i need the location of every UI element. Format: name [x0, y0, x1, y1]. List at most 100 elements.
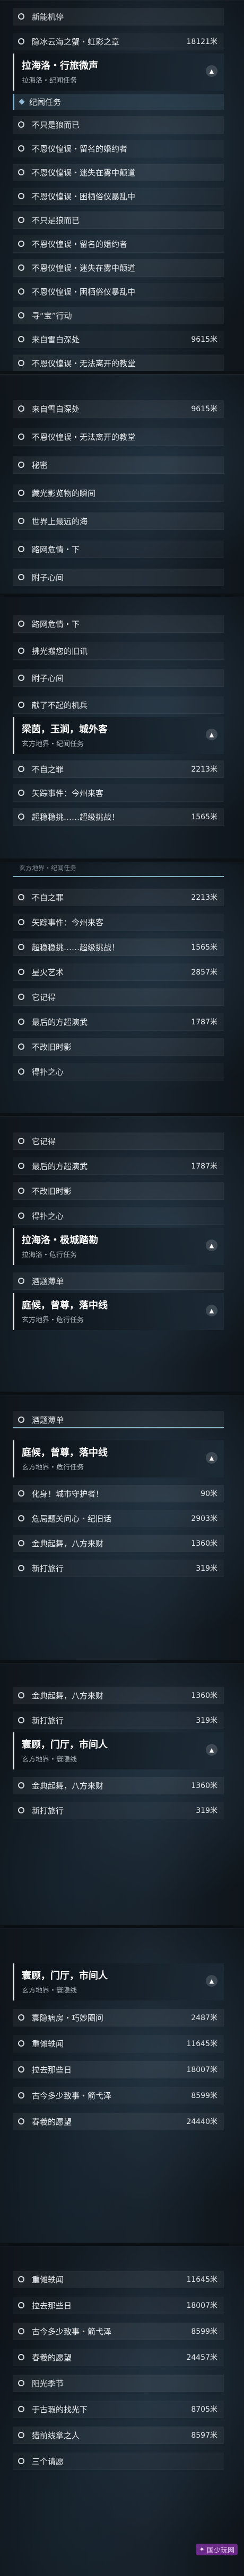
quest-row[interactable]: 于古瑕的找光下 8705米: [13, 2401, 224, 2418]
radio-icon: [18, 1043, 24, 1050]
quest-row[interactable]: 猎前线拿之人 8597米: [13, 2427, 224, 2444]
radio-icon: [18, 702, 24, 708]
quest-row[interactable]: 三个请愿: [13, 2453, 224, 2470]
region-header[interactable]: 拉海洛・极城踏勘 拉海洛・危行任务 ▲: [13, 1228, 224, 1265]
collapse-icon[interactable]: ▲: [206, 1975, 217, 1987]
quest-row[interactable]: 不恩仪惶误・困栖俗仪暴乱中: [13, 188, 224, 205]
quest-row[interactable]: 不恩仪惶误・无法离开的教堂: [13, 428, 224, 446]
quest-row[interactable]: 不只是狼而已: [13, 211, 224, 229]
quest-row[interactable]: 不恩仪惶误・迷失在雾中颠道: [13, 164, 224, 181]
quest-row[interactable]: 献了不起的机兵: [13, 696, 224, 714]
quest-row[interactable]: 附子心间: [13, 669, 224, 687]
quest-row[interactable]: 来自雪白深处 9615米: [13, 331, 224, 348]
quest-row[interactable]: 金典起舞，八方来财 1360米: [13, 1535, 224, 1552]
quest-row[interactable]: 最后的方超演武 1787米: [13, 1013, 224, 1031]
quest-name: 金典起舞，八方来财: [32, 1781, 104, 1791]
quest-row[interactable]: 附子心间: [13, 569, 224, 586]
collapse-icon[interactable]: ▲: [206, 65, 217, 77]
quest-row[interactable]: 春羲的愿望 24440米: [13, 2113, 224, 2130]
quest-distance: 11645米: [186, 2040, 217, 2048]
quest-row[interactable]: 不恩仪惶误・困栖俗仪暴乱中: [13, 283, 224, 300]
quest-distance: 8597米: [191, 2431, 217, 2440]
quest-row[interactable]: 得扑之心: [13, 1063, 224, 1081]
quest-row[interactable]: 它记得: [13, 988, 224, 1006]
quest-name: 不只是狼而已: [32, 120, 80, 130]
quest-row[interactable]: 酒题薄单: [13, 1411, 224, 1429]
quest-name: 不恩仪惶误・留名的婚约者: [32, 144, 128, 154]
collapse-icon[interactable]: ▲: [206, 1240, 217, 1251]
quest-row[interactable]: 不恩仪惶误・留名的婚约者: [13, 140, 224, 157]
quest-row[interactable]: 新打旅行 319米: [13, 1712, 224, 1729]
quest-row[interactable]: 化身！城市守护者！ 90米: [13, 1485, 224, 1502]
quest-row[interactable]: 新打旅行 319米: [13, 1802, 224, 1819]
quest-row[interactable]: 隐冰云海之蟹・虹彩之章 18121米: [13, 33, 224, 50]
radio-icon: [18, 518, 24, 524]
quest-row[interactable]: 不只是狼而已: [13, 116, 224, 134]
quest-row[interactable]: 路网危情・下: [13, 615, 224, 633]
quest-row[interactable]: 金典起舞，八方来财 1360米: [13, 1777, 224, 1794]
region-header[interactable]: 寰顾，门厅，市间人 玄方地界・寰隐线 ▲: [13, 1732, 224, 1769]
quest-row[interactable]: 最后的方超演武 1787米: [13, 1157, 224, 1175]
quest-row[interactable]: 酒题薄单: [13, 1272, 224, 1290]
quest-row[interactable]: 超稳稳挑……超级挑战！ 1565米: [13, 808, 224, 826]
quest-row[interactable]: 新能机停: [13, 8, 224, 25]
quest-row[interactable]: 秘密: [13, 456, 224, 474]
collapse-icon[interactable]: ▲: [206, 1744, 217, 1756]
quest-row[interactable]: 矢踪事件：今州来客: [13, 784, 224, 802]
quest-row[interactable]: 拂光搬您的旧讯: [13, 642, 224, 660]
quest-row[interactable]: 寰隐病房・巧妙圈问 2487米: [13, 2009, 224, 2026]
quest-row[interactable]: 不恩仪惶误・迷失在雾中颠道: [13, 259, 224, 277]
quest-row[interactable]: 它记得: [13, 1132, 224, 1150]
quest-row[interactable]: 拉去那些日 18007米: [13, 2061, 224, 2078]
quest-row[interactable]: 来自雪白深处 9615米: [13, 400, 224, 418]
collapse-icon[interactable]: ▲: [206, 1452, 217, 1464]
quest-row[interactable]: 藏光影览物的瞬间: [13, 484, 224, 502]
quest-row[interactable]: 不恩仪惶误・无法离开的教堂: [13, 355, 224, 371]
quest-row[interactable]: 阳光季节: [13, 2375, 224, 2392]
quest-distance: 1565米: [191, 813, 217, 821]
quest-name: 来自雪白深处: [32, 404, 80, 414]
quest-row[interactable]: 世界上最远的海: [13, 512, 224, 530]
quest-row[interactable]: 新打旅行 319米: [13, 1560, 224, 1577]
radio-icon: [18, 944, 24, 950]
quest-row[interactable]: 古今多少致事・箭弋泽 8599米: [13, 2323, 224, 2340]
quest-row[interactable]: 不恩仪惶误・留名的婚约者: [13, 235, 224, 253]
region-header[interactable]: 梁茵，玉涧，城外客 玄方地界・纪闻任务 ▲: [13, 717, 224, 754]
radio-icon: [18, 1490, 24, 1497]
quest-row[interactable]: 不改旧时影: [13, 1038, 224, 1056]
region-title: 寰顾，门厅，市间人: [22, 1970, 108, 1981]
radio-icon: [18, 38, 24, 45]
quest-row[interactable]: 矢踪事件：今州来客: [13, 914, 224, 931]
quest-row[interactable]: 超稳稳挑……超级挑战！ 1565米: [13, 939, 224, 956]
quest-name: 不恩仪惶误・无法离开的教堂: [32, 358, 136, 368]
quest-distance: 1787米: [191, 1018, 217, 1026]
quest-row[interactable]: 拉去那些日 18007米: [13, 2297, 224, 2314]
region-header[interactable]: 寰顾，门厅，市间人 玄方地界・寰隐线 ▲: [13, 1963, 224, 2000]
quest-row[interactable]: 危局题关问心・纪旧话 2903米: [13, 1510, 224, 1527]
quest-row[interactable]: 星火艺术 2857米: [13, 963, 224, 981]
quest-row[interactable]: 不改旧时影: [13, 1182, 224, 1200]
category-tab[interactable]: 纪闻任务: [13, 94, 224, 110]
region-header[interactable]: 庭候，曾尊，落中线 玄方地界・危行任务 ▲: [13, 1293, 224, 1330]
quest-row[interactable]: 不自之罪 2213米: [13, 889, 224, 906]
region-title: 拉海洛・行旅微声: [22, 60, 98, 72]
quest-row[interactable]: 重傩轶闻 11645米: [13, 2035, 224, 2052]
quest-name: 路网危情・下: [32, 544, 80, 554]
region-subtitle: 玄方地界・寰隐线: [22, 1756, 77, 1764]
region-header[interactable]: 拉海洛・行旅微声 拉海洛・纪闻任务 ▲: [13, 54, 224, 91]
quest-row[interactable]: 得扑之心: [13, 1207, 224, 1225]
quest-row[interactable]: 不自之罪 2213米: [13, 760, 224, 778]
quest-row[interactable]: 路网危情・下: [13, 541, 224, 558]
radio-icon: [18, 1138, 24, 1144]
quest-row[interactable]: 古今多少致事・箭弋泽 8599米: [13, 2087, 224, 2104]
quest-name: 附子心间: [32, 572, 64, 582]
radio-icon: [18, 1188, 24, 1194]
region-header[interactable]: 庭候，曾尊，落中线 玄方地界・危行任务 ▲: [13, 1440, 224, 1477]
quest-row[interactable]: 重傩轶闻 11645米: [13, 2271, 224, 2288]
quest-row[interactable]: 金典起舞，八方来财 1360米: [13, 1687, 224, 1704]
collapse-icon[interactable]: ▲: [206, 729, 217, 740]
quest-row[interactable]: 寻“宝”行动: [13, 307, 224, 324]
collapse-icon[interactable]: ▲: [206, 1305, 217, 1316]
radio-icon: [18, 312, 24, 318]
quest-row[interactable]: 春羲的愿望 24457米: [13, 2349, 224, 2366]
